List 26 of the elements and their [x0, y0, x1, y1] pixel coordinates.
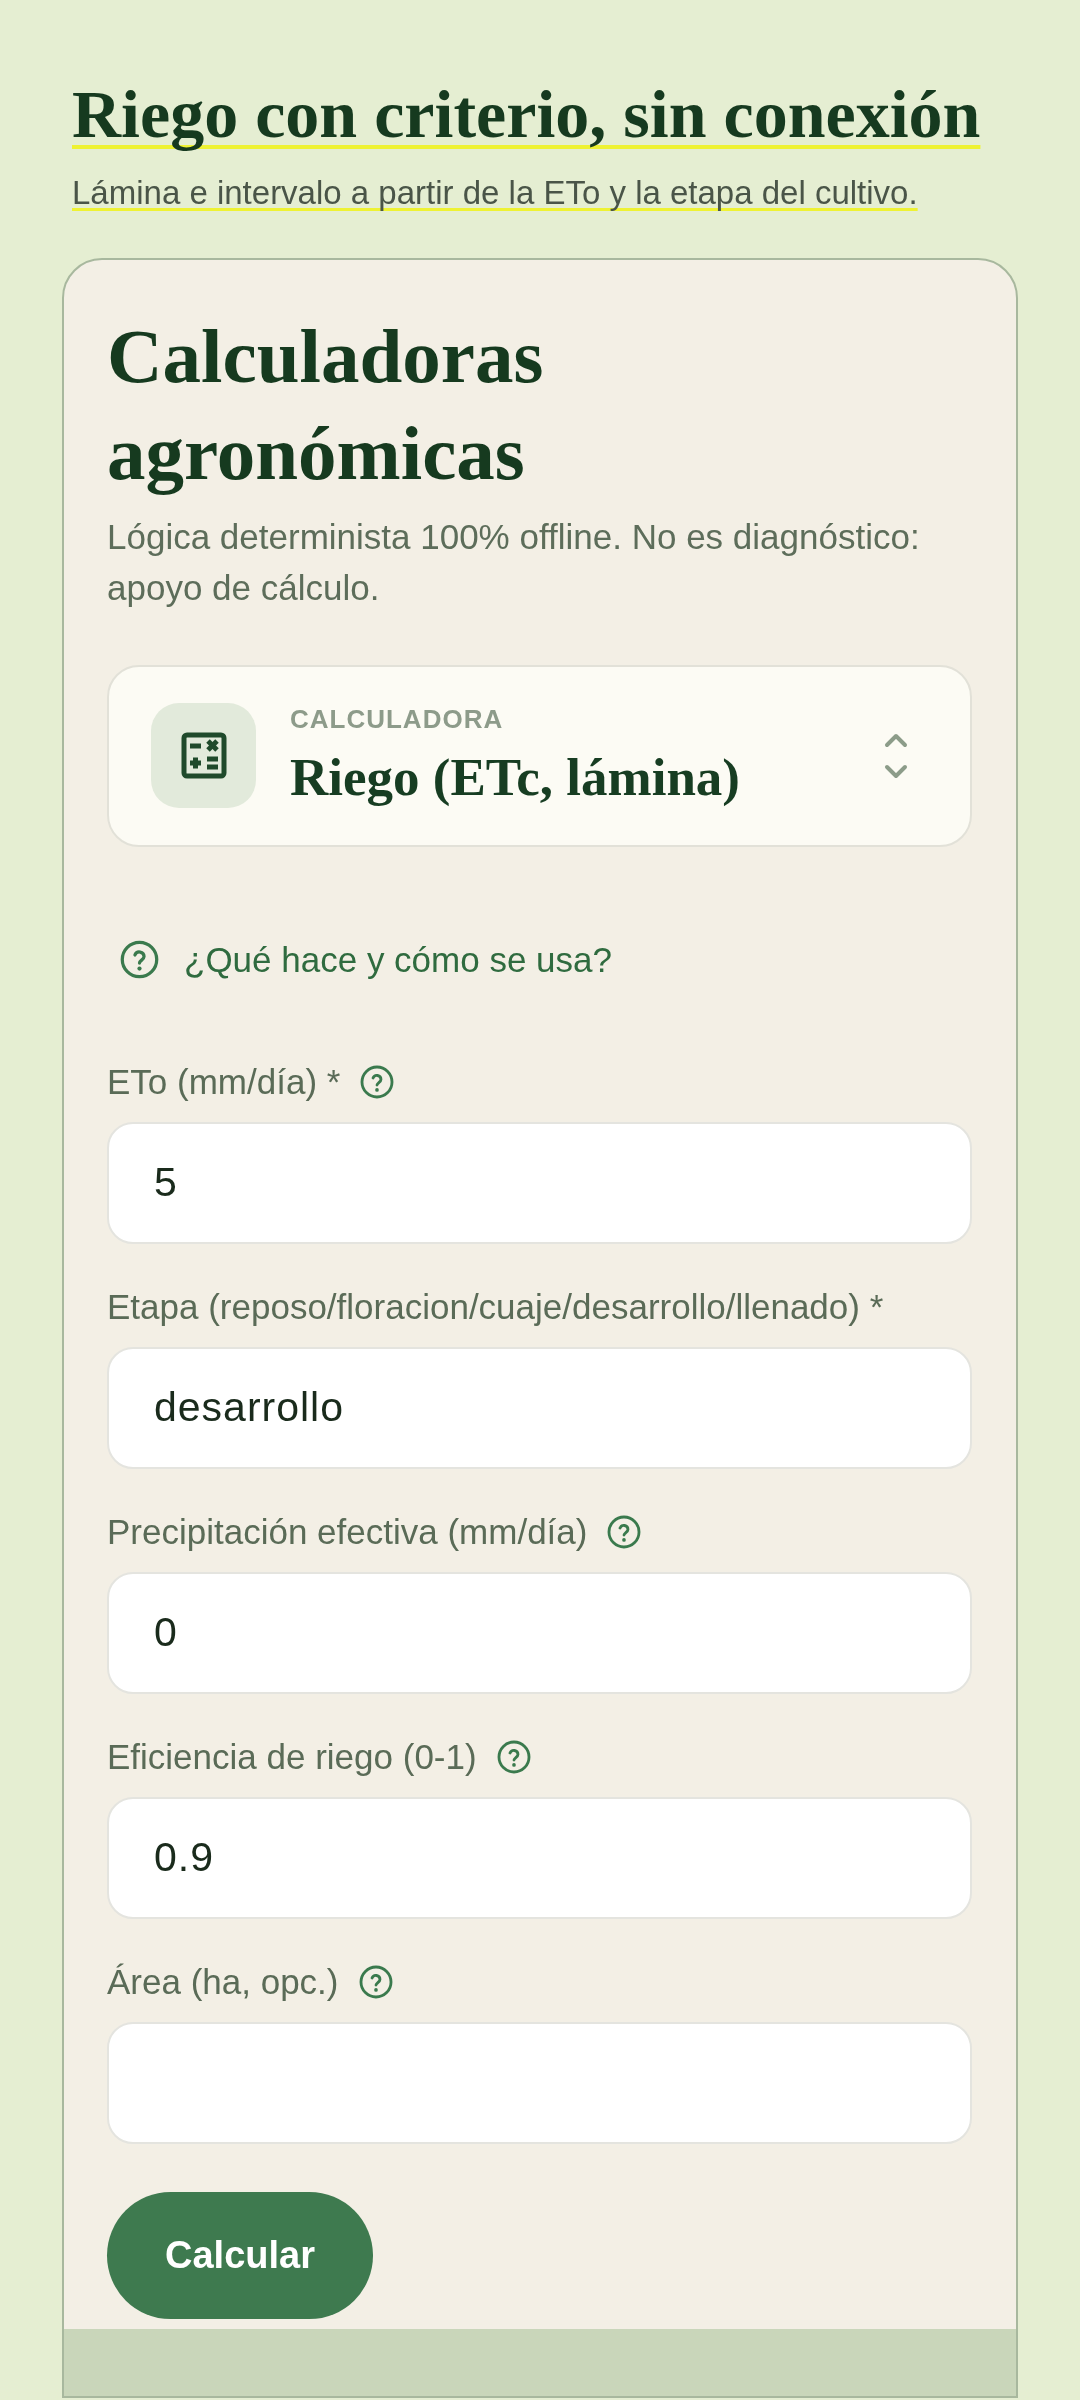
field-label: Etapa (reposo/floracion/cuaje/desarrollo/llenado) *: [107, 1285, 884, 1328]
field-label: ETo (mm/día) *: [107, 1060, 341, 1103]
help-icon[interactable]: [360, 1064, 395, 1099]
input-field[interactable]: [107, 2021, 972, 2144]
up-down-chevron-icon: [884, 732, 908, 779]
input-field[interactable]: 5: [107, 1121, 972, 1244]
input-field[interactable]: 0: [107, 1571, 972, 1694]
page-title: Riego con criterio, sin conexión: [72, 76, 981, 152]
card-title: Calculadoras agronómicas: [107, 311, 545, 498]
calculator-icon: [151, 703, 256, 809]
calculator-select[interactable]: CALCULADORA Riego (ETc, lámina): [107, 664, 972, 847]
help-icon: [120, 939, 159, 979]
card-description: Lógica determinista 100% offline. No es diagnóstico: apoyo de cálculo.: [107, 515, 921, 609]
help-icon[interactable]: [607, 1514, 642, 1549]
input-field[interactable]: desarrollo: [107, 1346, 972, 1469]
help-icon[interactable]: [358, 1964, 393, 1999]
help-link[interactable]: ¿Qué hace y cómo se usa?: [107, 931, 625, 987]
select-caption: CALCULADORA: [290, 704, 505, 735]
field-label: Precipitación efectiva (mm/día): [107, 1510, 588, 1553]
help-icon[interactable]: [496, 1739, 531, 1774]
field-label: Área (ha, opc.): [107, 1960, 339, 2003]
calculate-button[interactable]: Calcular: [107, 2191, 373, 2319]
field-label: Eficiencia de riego (0-1): [107, 1735, 477, 1778]
select-value: Riego (ETc, lámina): [290, 747, 741, 808]
input-field[interactable]: 0.9: [107, 1796, 972, 1919]
page-subtitle: Lámina e intervalo a partir de la ETo y la etapa del cultivo.: [72, 172, 918, 213]
